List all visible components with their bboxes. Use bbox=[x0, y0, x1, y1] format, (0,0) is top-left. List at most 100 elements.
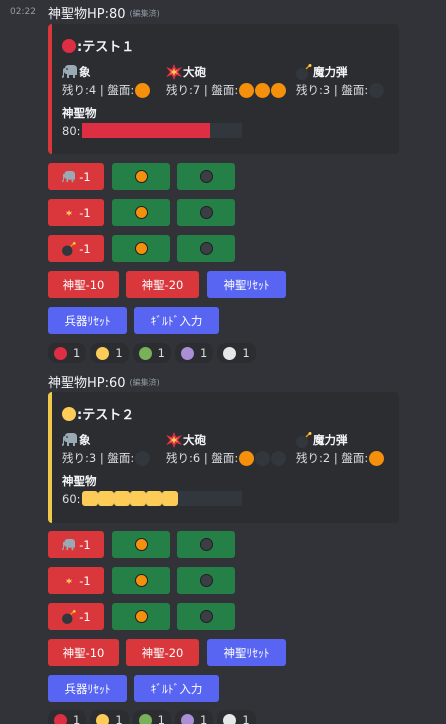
hp-label: 神聖物 bbox=[62, 106, 97, 120]
hp-segment-filled bbox=[161, 123, 178, 138]
field-elephant: 象 残り:3 | 盤面: bbox=[62, 432, 151, 468]
message-header: 神聖物HP:60 (編集済) bbox=[48, 370, 160, 392]
holy-minus-10-button[interactable]: 神聖-10 bbox=[48, 271, 119, 298]
field-value-row: 残り:7 | 盤面: bbox=[166, 80, 287, 100]
elephant-place-button[interactable] bbox=[112, 163, 170, 190]
holy-reset-button[interactable]: 神聖ﾘｾｯﾄ bbox=[207, 271, 286, 298]
field-value: 残り:4 | 盤面: bbox=[62, 83, 135, 97]
reaction-green[interactable]: 1 bbox=[132, 710, 171, 724]
field-value-row: 残り:3 | 盤面: bbox=[296, 80, 385, 100]
field-cannon: 大砲 残り:6 | 盤面: bbox=[166, 432, 287, 468]
timestamp: 02:22 bbox=[10, 7, 36, 17]
reaction-count: 1 bbox=[199, 713, 208, 724]
reaction-count: 1 bbox=[115, 346, 123, 360]
field-value-row: 残り:6 | 盤面: bbox=[166, 448, 287, 468]
reaction-purple[interactable]: 1 bbox=[174, 343, 214, 363]
guild-input-button[interactable]: ｷﾞﾙﾄﾞ入力 bbox=[134, 307, 219, 334]
reaction-red[interactable]: 1 bbox=[48, 710, 87, 724]
guild-input-button[interactable]: ｷﾞﾙﾄﾞ入力 bbox=[134, 675, 219, 702]
button-label: -1 bbox=[79, 609, 91, 624]
bomb-remove-button[interactable] bbox=[177, 603, 235, 630]
bomb-minus-button[interactable]: -1 bbox=[48, 235, 104, 262]
hp-segment-empty bbox=[225, 123, 242, 138]
orange-circle-icon bbox=[134, 610, 148, 623]
orange-circle-icon bbox=[134, 242, 148, 255]
elephant-icon bbox=[62, 64, 78, 80]
reaction-count: 1 bbox=[157, 713, 165, 724]
hp-segment-filled bbox=[81, 123, 98, 138]
elephant-icon bbox=[62, 432, 78, 448]
elephant-icon bbox=[61, 538, 77, 552]
message-header: 神聖物HP:80 (編集済) bbox=[48, 1, 160, 23]
reactions: 1 1 1 1 1 bbox=[48, 710, 260, 724]
bomb-remove-button[interactable] bbox=[177, 235, 235, 262]
hp-segment-filled bbox=[113, 491, 130, 506]
reaction-white[interactable]: 1 bbox=[217, 710, 256, 724]
bomb-place-button[interactable] bbox=[112, 603, 170, 630]
black-circle-icon bbox=[199, 170, 213, 183]
cannon-remove-button[interactable] bbox=[177, 199, 235, 226]
yellow-circle-icon bbox=[96, 713, 110, 724]
field-value: 残り:7 | 盤面: bbox=[166, 83, 239, 97]
hp-label: 神聖物 bbox=[62, 474, 97, 488]
black-circle-icon bbox=[199, 610, 213, 623]
edited-label: (編集済) bbox=[129, 378, 160, 387]
cannon-place-button[interactable] bbox=[112, 199, 170, 226]
bomb-minus-button[interactable]: -1 bbox=[48, 603, 104, 630]
elephant-minus-button[interactable]: -1 bbox=[48, 163, 104, 190]
bomb-icon bbox=[296, 64, 312, 80]
hp-row: 80: bbox=[62, 123, 242, 138]
field-name-row: 大砲 bbox=[166, 432, 286, 448]
field-name-row: 大砲 bbox=[166, 64, 286, 80]
black-circle-icon bbox=[199, 574, 213, 587]
elephant-minus-button[interactable]: -1 bbox=[48, 531, 104, 558]
reaction-white[interactable]: 1 bbox=[217, 343, 256, 363]
hp-segment-filled bbox=[129, 491, 146, 506]
elephant-place-button[interactable] bbox=[112, 531, 170, 558]
field-name: 大砲 bbox=[183, 433, 206, 447]
hp-row: 60: bbox=[62, 491, 242, 506]
elephant-remove-button[interactable] bbox=[177, 163, 235, 190]
purple-circle-icon bbox=[180, 713, 194, 724]
black-circle-icon bbox=[199, 206, 213, 219]
reaction-count: 1 bbox=[199, 346, 208, 360]
cannon-minus-button[interactable]: -1 bbox=[48, 199, 104, 226]
reaction-yellow[interactable]: 1 bbox=[90, 710, 129, 724]
field-cannon: 大砲 残り:7 | 盤面: bbox=[166, 64, 287, 100]
reaction-purple[interactable]: 1 bbox=[174, 710, 214, 724]
field-magic-bullet: 魔力弾 残り:3 | 盤面: bbox=[296, 64, 385, 100]
embed-title-text: :テスト２ bbox=[77, 408, 135, 423]
cannon-minus-button[interactable]: -1 bbox=[48, 567, 104, 594]
yellow-circle-icon bbox=[62, 406, 76, 421]
reaction-count: 1 bbox=[157, 346, 165, 360]
hp-segment-empty bbox=[209, 123, 226, 138]
reaction-red[interactable]: 1 bbox=[48, 343, 87, 363]
hp-segment-filled bbox=[145, 491, 162, 506]
holy-reset-button[interactable]: 神聖ﾘｾｯﾄ bbox=[207, 639, 286, 666]
field-value-row: 残り:3 | 盤面: bbox=[62, 448, 151, 468]
collision-icon bbox=[166, 432, 182, 448]
embed-card: :テスト１ 象 残り:4 | 盤面: 大砲 残り:7 | 盤面: 魔力弾 残り:… bbox=[48, 24, 399, 154]
reaction-green[interactable]: 1 bbox=[132, 343, 171, 363]
hp-segment-empty bbox=[193, 491, 210, 506]
board-slot-filled bbox=[255, 82, 271, 98]
holy-minus-10-button[interactable]: 神聖-10 bbox=[48, 639, 119, 666]
cannon-place-button[interactable] bbox=[112, 567, 170, 594]
green-circle-icon bbox=[138, 713, 152, 724]
orange-circle-icon bbox=[134, 206, 148, 219]
weapons-reset-button[interactable]: 兵器ﾘｾｯﾄ bbox=[48, 307, 127, 334]
bomb-place-button[interactable] bbox=[112, 235, 170, 262]
reaction-yellow[interactable]: 1 bbox=[90, 343, 129, 363]
hp-segment-filled bbox=[97, 123, 114, 138]
field-name: 象 bbox=[79, 65, 91, 79]
cannon-remove-button[interactable] bbox=[177, 567, 235, 594]
weapons-reset-button[interactable]: 兵器ﾘｾｯﾄ bbox=[48, 675, 127, 702]
elephant-remove-button[interactable] bbox=[177, 531, 235, 558]
orange-circle-icon bbox=[134, 170, 148, 183]
hp-segment-filled bbox=[81, 491, 98, 506]
holy-minus-20-button[interactable]: 神聖-20 bbox=[126, 639, 199, 666]
hp-value: 80: bbox=[62, 123, 81, 138]
reaction-count: 1 bbox=[242, 346, 250, 360]
holy-minus-20-button[interactable]: 神聖-20 bbox=[126, 271, 199, 298]
hp-segment-empty bbox=[177, 491, 194, 506]
